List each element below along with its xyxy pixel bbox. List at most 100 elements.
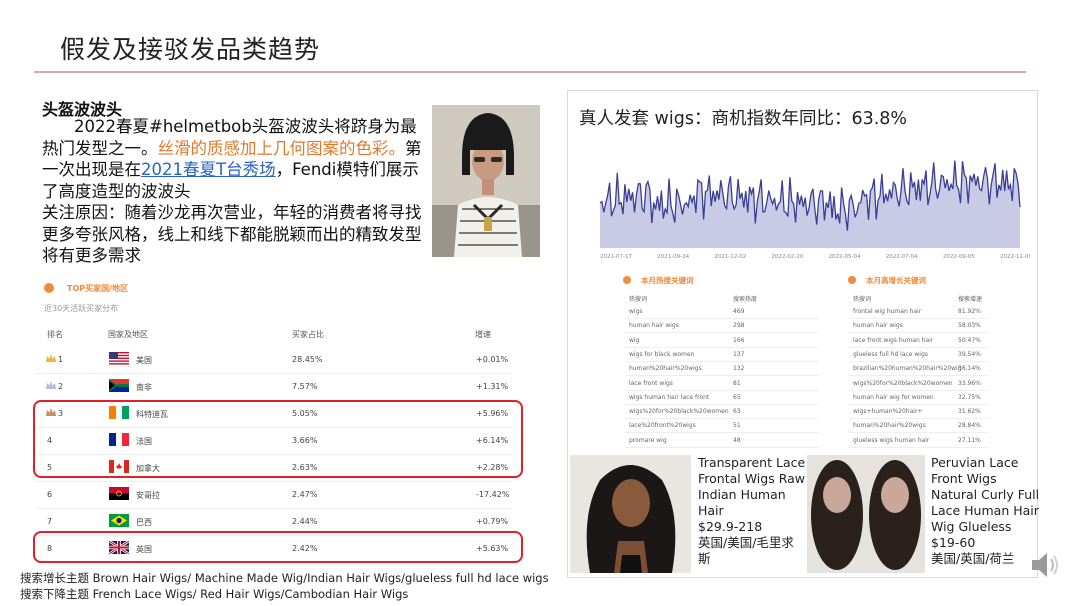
para-text-4: 关注原因：随着沙龙再次营业，年轻的消费者将寻找更多夸张风格，线上和线下都能脱颖而… (42, 203, 422, 265)
model-photo (432, 105, 540, 257)
highlight-box-rows-3-5 (33, 400, 523, 478)
keyword-row: glueless full hd lace wigs 39.54% (849, 347, 989, 362)
keyword-value: 469 (733, 308, 745, 315)
rank-cell: 1 (58, 355, 64, 364)
keyword-value: 39.54% (958, 350, 981, 358)
keyword-term: wigs for black women (629, 350, 695, 358)
keyword-value: 36.14% (958, 365, 981, 373)
hot-keywords-title: 本月热搜关键词 (641, 276, 694, 285)
keyword-value: 81 (733, 379, 741, 387)
keyword-term: wigs human hair lace front (629, 393, 710, 401)
keyword-term: glueless wigs human hair (853, 436, 930, 444)
keyword-row: wigs+human%20hair+ 31.62% (849, 404, 989, 420)
product-name-line: Peruvian Lace (931, 455, 1019, 470)
product-name-line: Front Wigs (931, 471, 997, 486)
product-image-1 (570, 455, 691, 573)
product-regions: 美国/英国/荷兰 (931, 551, 1015, 566)
col-country: 国家及地区 (108, 330, 148, 339)
col-growth: 增速 (475, 330, 491, 339)
keyword-value: 58.03% (958, 322, 981, 330)
us-flag-icon (109, 352, 129, 365)
rank-cell: 7 (47, 517, 53, 526)
keyword-row: human hair wig for women 32.75% (849, 390, 989, 405)
x-tick-label: 2022-07-04 (886, 254, 918, 260)
top-buyers-subtitle: 近30天活跃买家分布 (44, 304, 119, 313)
keyword-term: wigs%20for%20black%20women (629, 408, 729, 416)
crown-icon (46, 381, 56, 389)
x-tick-label: 2022-05-04 (829, 254, 861, 260)
keyword-term: wigs%20for%20black%20women (853, 379, 953, 387)
product-image-2 (807, 455, 925, 573)
product-1-info: Transparent Lace Frontal Wigs Raw Indian H… (698, 455, 810, 567)
keyword-row: wigs%20for%20black%20women 63 (625, 404, 819, 420)
x-tick-label: 2021-12-02 (714, 254, 746, 260)
keyword-term: human%20hair%20wigs (853, 422, 926, 430)
x-tick-label: 2021-09-24 (657, 254, 689, 260)
keyword-row: lace%20front%20wigs 51 (625, 418, 819, 434)
trend-description: 2022春夏#helmetbob头盔波波头将跻身为最热门发型之一。丝滑的质感加上… (42, 116, 422, 267)
runway-link[interactable]: 2021春夏T台秀场 (141, 160, 276, 179)
share-cell: 2.47% (292, 490, 318, 499)
keyword-row: brazilian%20human%20hair%20wig 36.14% (849, 361, 989, 377)
keyword-value: 63 (733, 408, 741, 416)
col-rank: 排名 (47, 330, 63, 339)
keyword-row: human hair wigs 298 (625, 318, 819, 334)
keyword-row: wigs%20for%20black%20women 33.96% (849, 376, 989, 391)
keyword-row: glueless wigs human hair 27.11% (849, 433, 989, 448)
product-regions: 斯 (698, 551, 711, 566)
keyword-term: wigs+human%20hair+ (853, 408, 923, 416)
keyword-term: brazilian%20human%20hair%20wig (853, 365, 962, 373)
x-tick-label: 2021-07-17 (600, 254, 632, 260)
table-row: 2 南非 7.57% +1.31% (36, 373, 512, 401)
slide-title: 假发及接驳发品类趋势 (60, 35, 321, 64)
keyword-value: 51 (733, 422, 741, 430)
trend-area-chart: 2021-07-17 2021-09-24 2021-12-02 2022-02-20… (599, 160, 1030, 260)
country-cell: 美国 (136, 356, 152, 365)
keyword-row: human hair wigs 58.03% (849, 318, 989, 334)
product-price: $19-60 (931, 535, 976, 550)
speaker-icon[interactable] (1028, 548, 1062, 582)
x-tick-label: 2022-02-20 (771, 254, 803, 260)
product-name-line: Natural Curly Full (931, 487, 1040, 502)
kw-col-head: 热搜词 (853, 296, 872, 303)
rank-cell: 2 (58, 382, 64, 391)
keyword-value: 298 (733, 322, 745, 330)
table-row: 1 美国 28.45% +0.01% (36, 346, 512, 374)
x-tick-label: 2022-09-05 (943, 254, 975, 260)
growth-topics: 搜索增长主题 Brown Hair Wigs/ Machine Made Wig… (20, 571, 549, 585)
keyword-term: human hair wigs (853, 322, 903, 330)
kw-col-head: 搜索增速 (958, 296, 983, 303)
para-highlight: 丝滑的质感加上几何图案的色彩。 (157, 138, 406, 158)
product-name-line: Indian Human (698, 487, 786, 502)
product-2-info: Peruvian Lace Front Wigs Natural Curly Ful… (931, 455, 1043, 567)
country-cell: 南非 (136, 383, 152, 392)
keyword-value: 166 (733, 336, 745, 344)
keyword-term: frontal wig human hair (853, 308, 922, 315)
rank-cell: 6 (47, 490, 53, 499)
orange-dot-icon (848, 276, 856, 284)
wigs-trend-title: 真人发套 wigs：商机指数年同比：63.8% (579, 109, 908, 129)
keyword-value: 137 (733, 350, 745, 358)
country-cell: 安哥拉 (136, 491, 160, 500)
growth-cell: +0.01% (476, 355, 509, 364)
keyword-row: promare wig 48 (625, 433, 819, 448)
growth-cell: +1.31% (476, 382, 509, 391)
kw-col-head: 热搜词 (629, 296, 648, 303)
keyword-term: lace%20front%20wigs (629, 422, 696, 430)
keyword-value: 65 (733, 393, 741, 401)
keyword-row: human%20hair%20wigs 28.84% (849, 418, 989, 434)
keyword-term: lace front wigs human hair (853, 336, 934, 344)
title-divider (34, 71, 1026, 73)
keyword-row: wig 166 (625, 333, 819, 348)
za-flag-icon (109, 379, 129, 392)
keyword-value: 28.84% (958, 422, 981, 430)
keyword-value: 27.11% (958, 436, 981, 444)
keyword-term: human hair wigs (629, 322, 679, 330)
keyword-value: 132 (733, 365, 745, 373)
x-tick-label: 2022-11-08 (1000, 254, 1030, 260)
keyword-value: 33.96% (958, 379, 981, 387)
keyword-term: glueless full hd lace wigs (853, 350, 928, 358)
keyword-row: frontal wig human hair 81.92% (849, 304, 989, 319)
keyword-term: promare wig (629, 436, 667, 444)
keyword-value: 48 (733, 436, 741, 444)
